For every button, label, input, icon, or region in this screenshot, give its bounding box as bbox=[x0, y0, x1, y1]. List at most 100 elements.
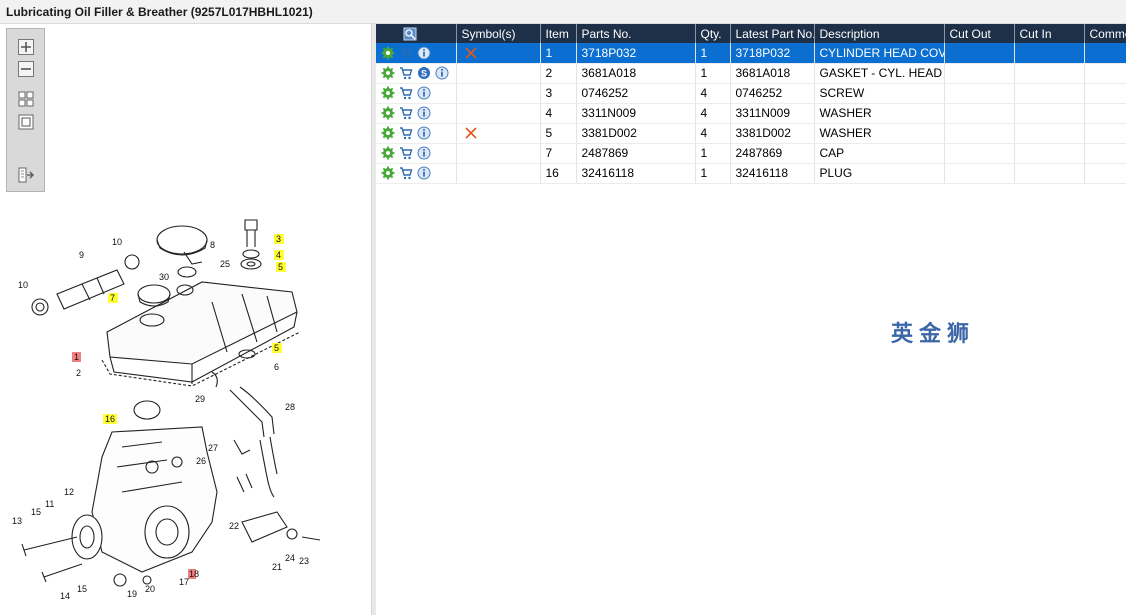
column-header-qty[interactable]: Qty. bbox=[695, 24, 731, 43]
x-symbol-icon bbox=[464, 47, 477, 59]
callout-11: 11 bbox=[45, 499, 54, 509]
details-button[interactable] bbox=[381, 126, 395, 140]
row-actions-cell bbox=[376, 83, 457, 104]
latest-part-no-cell: 3718P032 bbox=[730, 43, 815, 64]
column-header-item[interactable]: Item bbox=[540, 24, 577, 43]
table-row[interactable]: 7 2487869 1 2487869 CAP bbox=[376, 143, 1126, 164]
info-button[interactable] bbox=[435, 66, 449, 80]
column-header-latest-part-no[interactable]: Latest Part No. bbox=[730, 24, 815, 43]
column-header-comment[interactable]: Comment bbox=[1084, 24, 1126, 43]
row-actions-cell bbox=[376, 123, 457, 144]
callout-29: 29 bbox=[195, 394, 205, 404]
info-icon bbox=[417, 166, 431, 180]
column-header-cut-out[interactable]: Cut Out bbox=[944, 24, 1015, 43]
info-button[interactable] bbox=[417, 46, 431, 60]
column-header-parts-no[interactable]: Parts No. bbox=[576, 24, 696, 43]
actual-size-button[interactable] bbox=[16, 112, 36, 132]
table-header-row: Symbol(s) Item Parts No. Qty. Latest Par… bbox=[376, 24, 1126, 43]
info-button[interactable] bbox=[417, 126, 431, 140]
add-to-cart-button[interactable] bbox=[399, 126, 413, 140]
details-button[interactable] bbox=[381, 106, 395, 120]
details-button[interactable] bbox=[381, 166, 395, 180]
details-button[interactable] bbox=[381, 46, 395, 60]
cut-in-cell bbox=[1014, 163, 1085, 184]
row-actions-cell: S bbox=[376, 63, 457, 84]
comment-cell bbox=[1084, 103, 1126, 124]
cart-icon bbox=[400, 67, 413, 80]
table-row[interactable]: 4 3311N009 4 3311N009 WASHER bbox=[376, 103, 1126, 124]
details-button[interactable] bbox=[381, 66, 395, 80]
callout-10: 10 bbox=[112, 237, 122, 247]
exploded-parts-diagram[interactable]: 8 10 9 25 3 4 5 10 30 7 1 2 5 6 29 28 16… bbox=[2, 192, 370, 614]
symbol-cell bbox=[456, 83, 541, 104]
add-to-cart-button[interactable] bbox=[399, 106, 413, 120]
add-to-cart-button[interactable] bbox=[399, 66, 413, 80]
export-icon bbox=[18, 167, 34, 183]
callout-9: 9 bbox=[79, 250, 84, 260]
part-no-cell: 2487869 bbox=[576, 143, 696, 164]
column-header-symbols[interactable]: Symbol(s) bbox=[456, 24, 541, 43]
parts-list-pane: Symbol(s) Item Parts No. Qty. Latest Par… bbox=[376, 24, 1126, 615]
info-icon bbox=[417, 146, 431, 160]
info-button[interactable] bbox=[417, 86, 431, 100]
table-row[interactable]: 3 0746252 4 0746252 SCREW bbox=[376, 83, 1126, 104]
description-cell: PLUG bbox=[814, 163, 945, 184]
table-row[interactable]: 5 3381D002 4 3381D002 WASHER bbox=[376, 123, 1126, 144]
callout-6: 6 bbox=[274, 362, 279, 372]
latest-part-no-cell: 3311N009 bbox=[730, 103, 815, 124]
qty-cell: 4 bbox=[695, 83, 731, 104]
callout-3: 3 bbox=[276, 234, 281, 244]
add-to-cart-button[interactable] bbox=[399, 86, 413, 100]
gear-icon bbox=[381, 146, 395, 160]
cart-icon bbox=[400, 107, 413, 120]
callout-12: 12 bbox=[64, 487, 74, 497]
callout-30: 30 bbox=[159, 272, 169, 282]
cut-out-cell bbox=[944, 123, 1015, 144]
column-header-cut-in[interactable]: Cut In bbox=[1014, 24, 1085, 43]
row-actions-cell bbox=[376, 143, 457, 164]
item-cell: 5 bbox=[540, 123, 577, 144]
cart-icon bbox=[400, 127, 413, 140]
details-button[interactable] bbox=[381, 146, 395, 160]
zoom-out-button[interactable] bbox=[16, 59, 36, 79]
export-button[interactable] bbox=[16, 165, 36, 185]
cut-out-cell bbox=[944, 143, 1015, 164]
symbol-cell bbox=[456, 143, 541, 164]
add-to-cart-button[interactable] bbox=[399, 146, 413, 160]
fit-view-button[interactable] bbox=[16, 89, 36, 109]
table-row[interactable]: 13718P03213718P032CYLINDER HEAD COVER bbox=[376, 43, 1126, 64]
callout-1: 1 bbox=[74, 352, 79, 362]
part-no-cell: 0746252 bbox=[576, 83, 696, 104]
details-button[interactable] bbox=[381, 86, 395, 100]
cut-in-cell bbox=[1014, 83, 1085, 104]
add-to-cart-button[interactable] bbox=[399, 166, 413, 180]
cut-in-cell bbox=[1014, 63, 1085, 84]
column-header-actions[interactable] bbox=[376, 24, 457, 43]
gear-icon bbox=[381, 86, 395, 100]
description-cell: CYLINDER HEAD COVER bbox=[814, 43, 945, 64]
zoom-toolbox bbox=[6, 28, 45, 192]
info-button[interactable] bbox=[417, 166, 431, 180]
zoom-in-button[interactable] bbox=[16, 37, 36, 57]
info-button[interactable] bbox=[417, 146, 431, 160]
info-button[interactable] bbox=[417, 106, 431, 120]
illustration-pane[interactable]: 8 10 9 25 3 4 5 10 30 7 1 2 5 6 29 28 16… bbox=[0, 24, 372, 615]
callout-21: 21 bbox=[272, 562, 282, 572]
row-actions-cell bbox=[376, 103, 457, 124]
table-row[interactable]: 16 32416118 1 32416118 PLUG bbox=[376, 163, 1126, 184]
column-header-description[interactable]: Description bbox=[814, 24, 945, 43]
callout-14: 14 bbox=[60, 591, 70, 601]
callout-13: 13 bbox=[12, 516, 22, 526]
callout-17: 17 bbox=[179, 577, 189, 587]
item-cell: 1 bbox=[540, 43, 577, 64]
item-cell: 16 bbox=[540, 163, 577, 184]
cart-icon bbox=[400, 147, 413, 160]
actual-size-icon bbox=[18, 114, 34, 130]
part-no-cell: 32416118 bbox=[576, 163, 696, 184]
table-row[interactable]: S23681A01813681A018GASKET - CYL. HEAD CO… bbox=[376, 63, 1126, 84]
service-button[interactable]: S bbox=[417, 66, 431, 80]
add-to-cart-button[interactable] bbox=[399, 46, 413, 60]
gear-icon bbox=[381, 126, 395, 140]
cut-in-cell bbox=[1014, 103, 1085, 124]
callout-5: 5 bbox=[278, 262, 283, 272]
